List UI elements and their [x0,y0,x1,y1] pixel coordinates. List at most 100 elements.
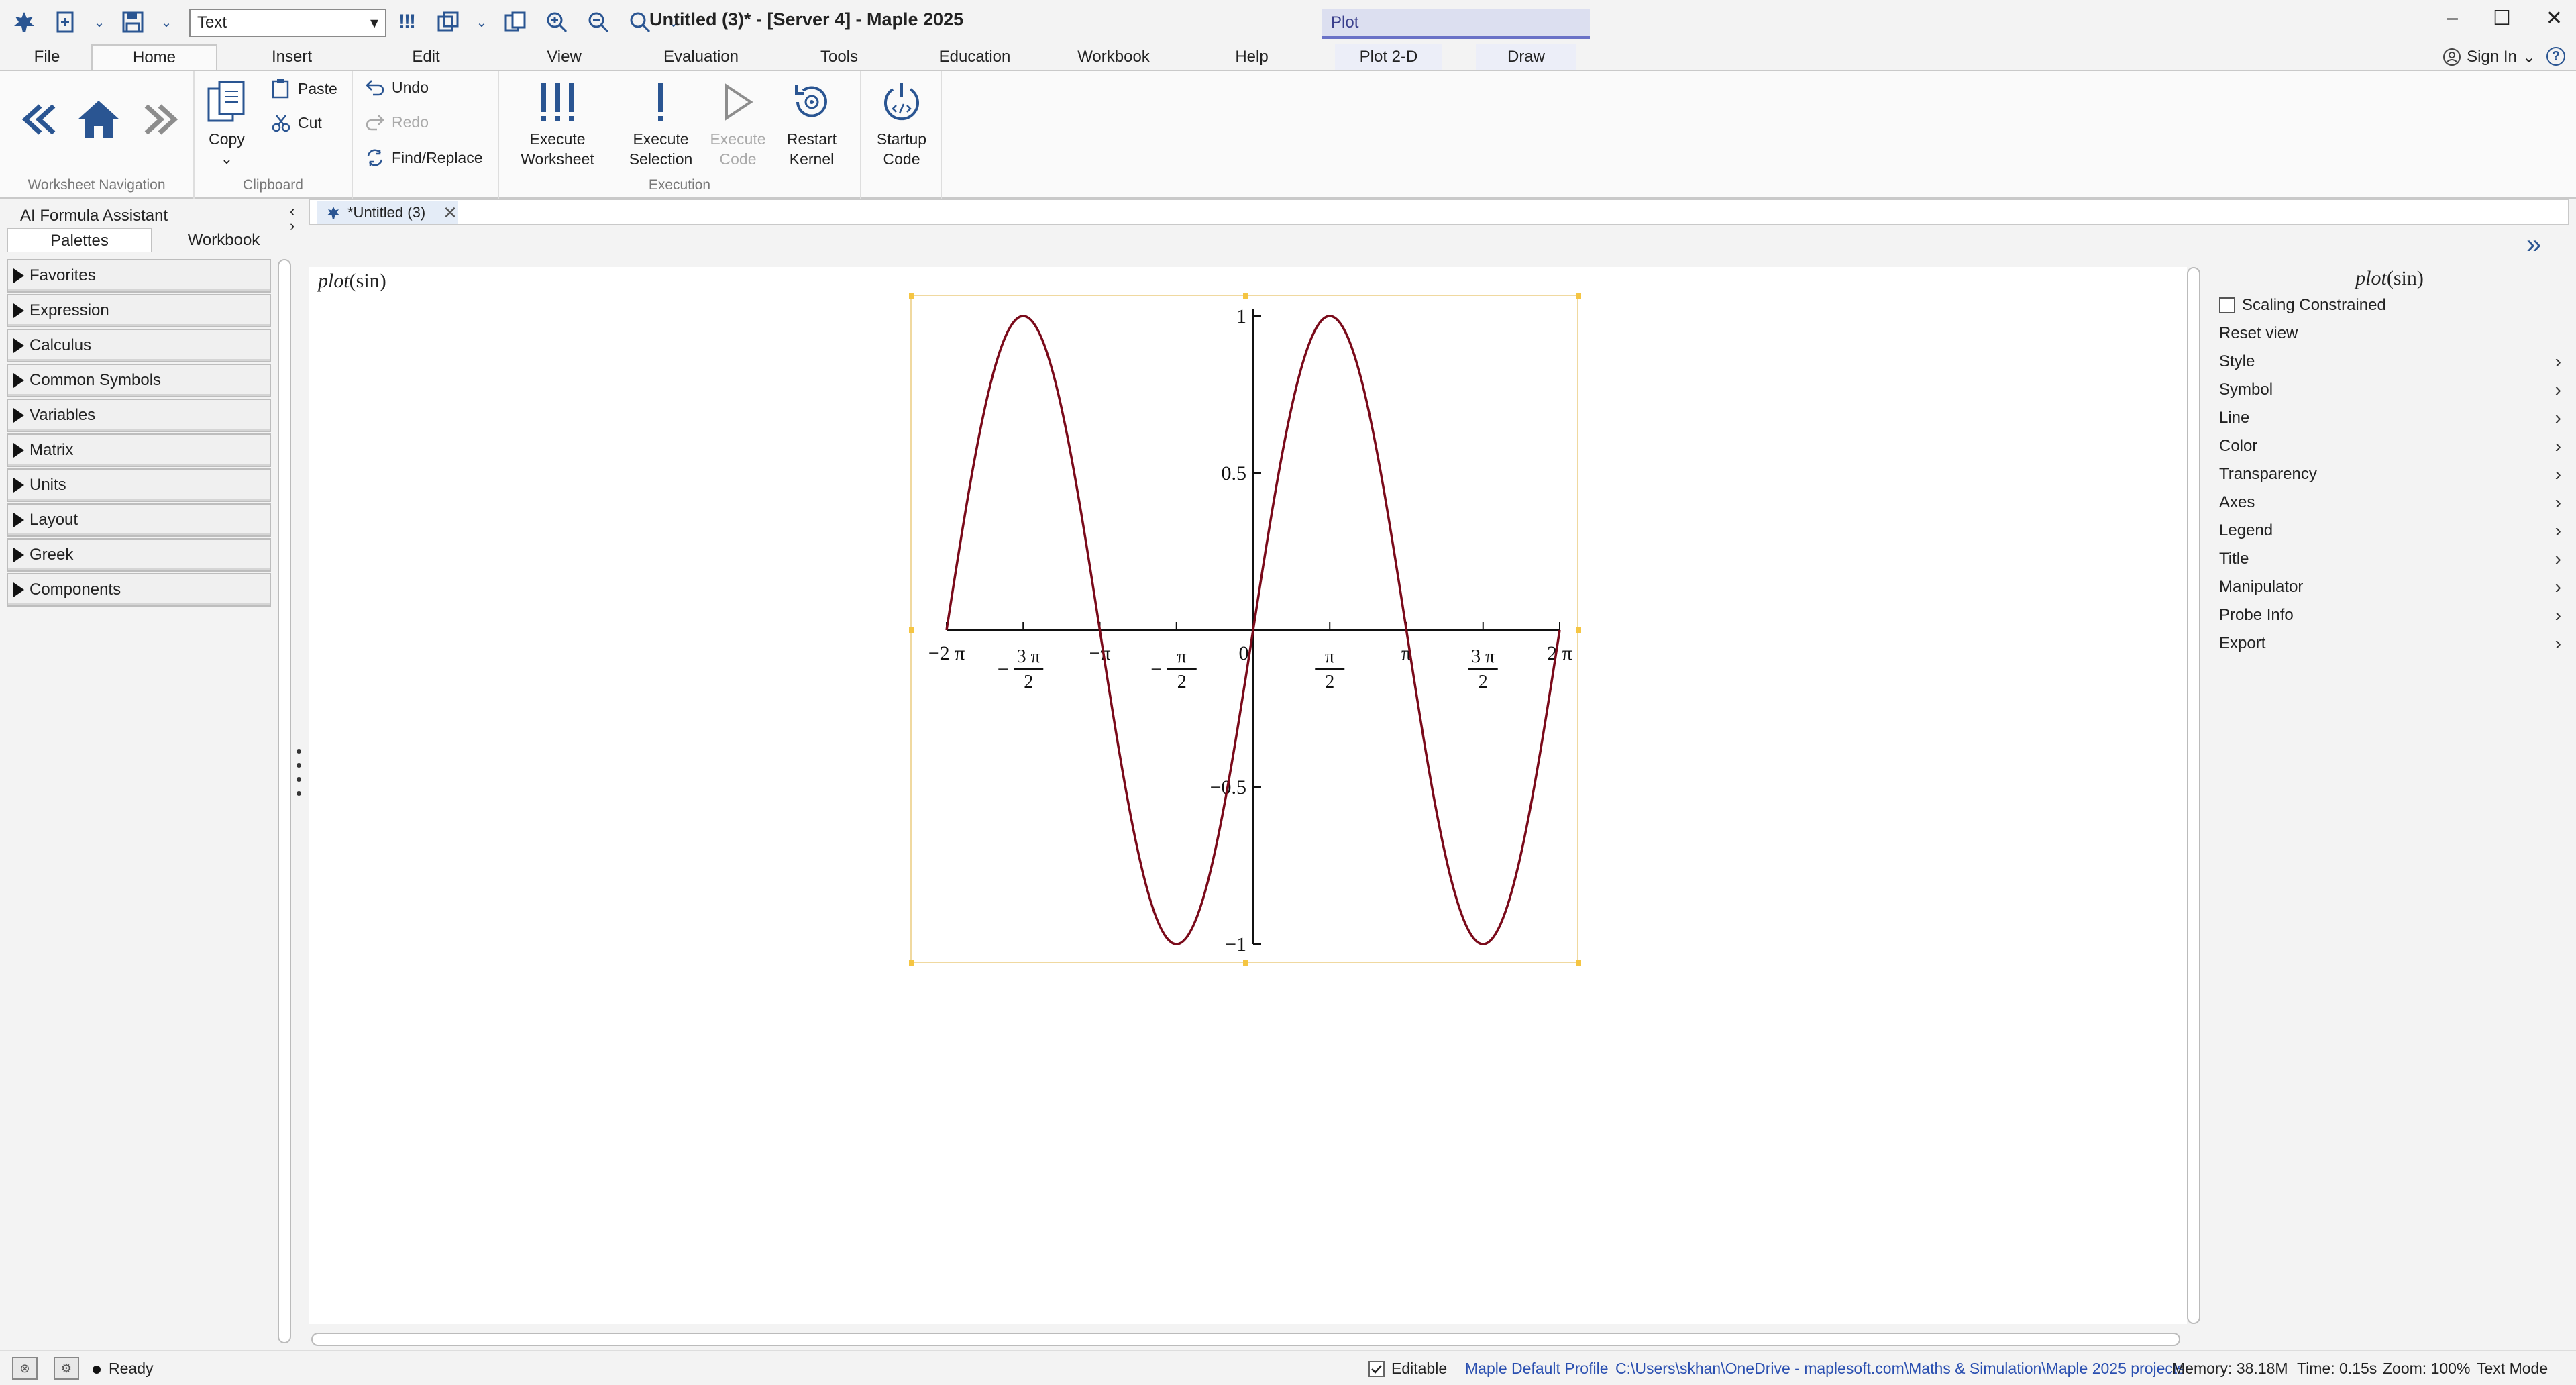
palette-expression[interactable]: Expression [7,294,271,327]
cut-button[interactable]: Cut [271,113,322,133]
palette-scrollbar[interactable] [278,259,291,1343]
forward-arrow-icon[interactable] [137,99,184,144]
zoom-out-icon[interactable] [584,7,613,37]
maple-leaf-icon[interactable] [9,7,39,37]
resize-handle[interactable] [909,960,914,966]
tab-tools[interactable]: Tools [802,44,876,70]
memory-readout: Memory: 38.18M [2172,1360,2288,1377]
find-replace-button[interactable]: Find/Replace [365,148,483,168]
context-menu-item-symbol[interactable]: Symbol › [2219,376,2561,404]
tab-file[interactable]: File [13,44,80,70]
help-icon[interactable]: ? [2546,47,2565,66]
close-icon[interactable]: ✕ [2546,7,2563,30]
resize-handle[interactable] [1576,960,1581,966]
duplicate-icon[interactable] [500,7,530,37]
tab-home[interactable]: Home [91,44,217,70]
tab-help[interactable]: Help [1218,44,1285,70]
context-menu-item-style[interactable]: Style › [2219,348,2561,376]
execute-selection-button[interactable]: Execute Selection [617,75,704,169]
back-arrow-icon[interactable] [16,99,63,144]
worksheet-horizontal-scrollbar[interactable] [311,1333,2180,1346]
copy-icon [207,81,245,122]
context-menu-item-title[interactable]: Title › [2219,545,2561,573]
tab-view[interactable]: View [527,44,601,70]
resize-handle[interactable] [909,293,914,299]
context-menu-item-axes[interactable]: Axes › [2219,489,2561,517]
tab-edit[interactable]: Edit [389,44,463,70]
restart-kernel-label-2: Kernel [789,150,835,168]
context-menu-item-probe-info[interactable]: Probe Info › [2219,601,2561,629]
execute-code-button[interactable]: Execute Code [710,75,766,169]
home-icon[interactable] [75,98,122,146]
expand-context-panel-icon[interactable]: » [2526,229,2541,260]
context-menu-item-legend[interactable]: Legend › [2219,517,2561,545]
settings-icon[interactable]: ⚙ [54,1357,79,1380]
chevron-down-icon[interactable]: ⌄ [475,7,488,37]
tab-plot-2d[interactable]: Plot 2-D [1335,44,1442,70]
context-menu-item-transparency[interactable]: Transparency › [2219,460,2561,489]
interrupt-icon[interactable]: ⊗ [12,1357,38,1380]
context-menu-item-manipulator[interactable]: Manipulator › [2219,573,2561,601]
execute-all-icon[interactable]: !!! [392,7,421,37]
paste-button[interactable]: Paste [271,78,337,99]
document-tab[interactable]: *Untitled (3) ✕ [317,201,458,224]
panel-resize-handle[interactable] [295,749,302,796]
chevron-down-icon[interactable]: ⌄ [160,7,173,37]
palette-label: Common Symbols [30,371,162,389]
scaling-constrained-checkbox[interactable]: Scaling Constrained [2219,291,2561,319]
tab-draw[interactable]: Draw [1476,44,1576,70]
tab-workbook-panel[interactable]: Workbook [152,228,295,252]
tab-insert[interactable]: Insert [255,44,329,70]
tab-evaluation[interactable]: Evaluation [651,44,751,70]
save-icon[interactable] [118,7,148,37]
close-tab-icon[interactable]: ✕ [443,203,458,223]
undo-button[interactable]: Undo [365,78,429,97]
ai-formula-assistant-title[interactable]: AI Formula Assistant [20,207,168,225]
tab-education[interactable]: Education [930,44,1020,70]
worksheet-vertical-scrollbar[interactable] [2187,267,2200,1324]
reset-view-item[interactable]: Reset view [2219,319,2561,348]
math-input[interactable]: plot(sin) [318,270,386,293]
execute-worksheet-button[interactable]: Execute Worksheet [514,75,601,169]
palette-variables[interactable]: Variables [7,399,271,432]
palette-common-symbols[interactable]: Common Symbols [7,364,271,397]
chevron-right-icon: › [2555,633,2561,654]
startup-code-button[interactable]: Startup Code [867,75,936,169]
resize-handle[interactable] [1576,627,1581,633]
new-document-icon[interactable] [51,7,80,37]
zoom-in-icon[interactable] [542,7,572,37]
redo-button[interactable]: Redo [365,113,429,132]
copy-button[interactable]: Copy ⌄ [205,75,248,169]
maximize-icon[interactable]: ☐ [2493,7,2511,30]
profile-link[interactable]: Maple Default Profile [1465,1360,1609,1378]
undo-label: Undo [392,78,429,96]
palette-greek[interactable]: Greek [7,538,271,572]
chevron-down-icon[interactable]: ⌄ [93,7,106,37]
restart-kernel-button[interactable]: Restart Kernel [777,75,847,169]
project-path-link[interactable]: C:\Users\skhan\OneDrive - maplesoft.com\… [1615,1360,2185,1378]
context-menu-item-color[interactable]: Color › [2219,432,2561,460]
checkbox-box[interactable] [2219,297,2235,313]
sign-in-button[interactable]: Sign In ⌄ [2443,44,2536,70]
palette-units[interactable]: Units [7,468,271,502]
editable-toggle[interactable]: Editable [1368,1360,1447,1378]
context-menu-item-line[interactable]: Line › [2219,404,2561,432]
palette-calculus[interactable]: Calculus [7,329,271,362]
tab-palettes[interactable]: Palettes [7,228,152,252]
resize-handle[interactable] [1243,293,1248,299]
tab-workbook[interactable]: Workbook [1067,44,1161,70]
context-menu-item-export[interactable]: Export › [2219,629,2561,658]
palette-matrix[interactable]: Matrix [7,433,271,467]
palette-favorites[interactable]: Favorites [7,259,271,293]
palette-components[interactable]: Components [7,573,271,607]
style-select[interactable]: Text ▾ [189,9,386,37]
resize-handle[interactable] [1576,293,1581,299]
resize-handle[interactable] [1243,960,1248,966]
copy-window-icon[interactable] [433,7,463,37]
palette-layout[interactable]: Layout [7,503,271,537]
plot-region[interactable]: −2 π −3 π 2 −π − π 2 0 π 2 π 3 π22 π 1 0.5 −0.5 −1 [909,293,1581,966]
document-tab-strip: *Untitled (3) ✕ [309,199,2569,225]
resize-handle[interactable] [909,627,914,633]
paste-label: Paste [298,79,337,97]
minimize-icon[interactable]: – [2447,7,2458,30]
